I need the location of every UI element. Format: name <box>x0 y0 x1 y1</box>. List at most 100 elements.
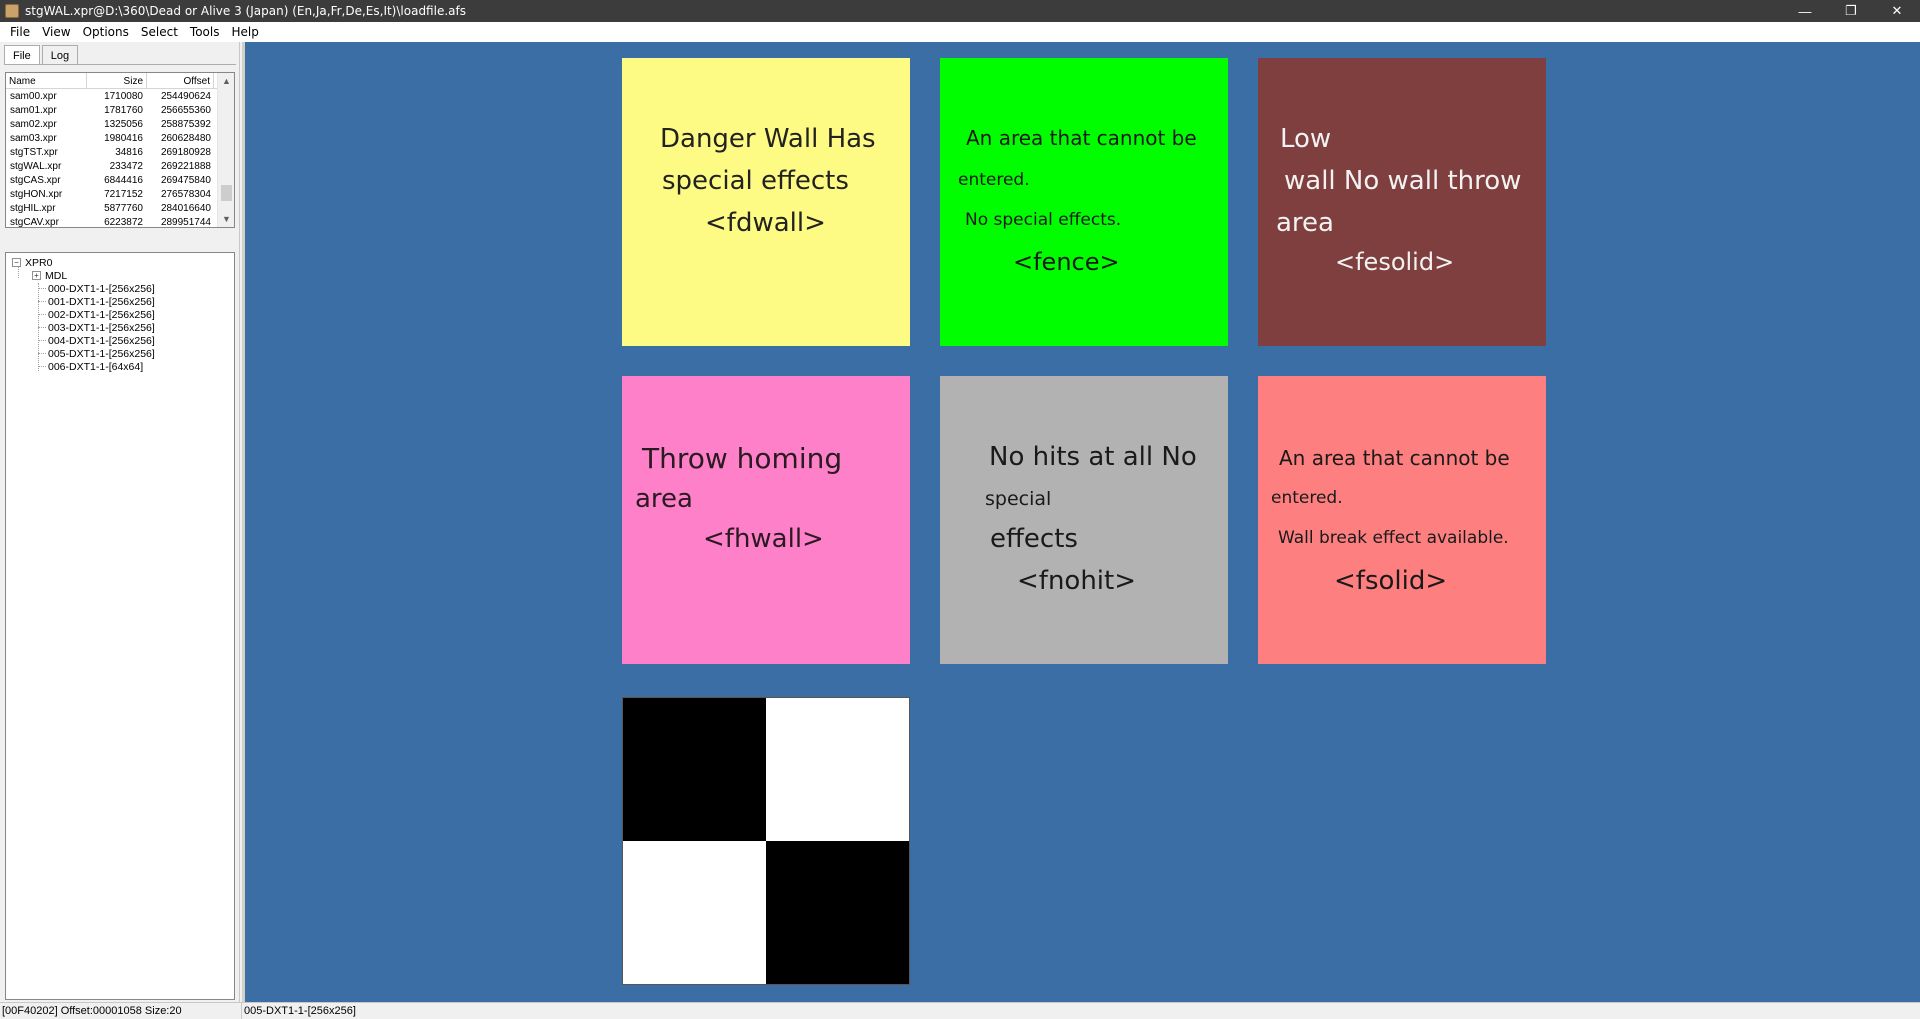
file-offset-cell: 269221888 <box>160 160 211 172</box>
file-name-cell: stgCAS.xpr <box>10 174 61 186</box>
file-offset-cell: 284016640 <box>160 202 211 214</box>
file-list-row[interactable]: stgHON.xpr 7217152 276578304 <box>6 187 218 201</box>
menu-select[interactable]: Select <box>135 25 184 39</box>
status-selection: 005-DXT1-1-[256x256] <box>244 1005 356 1017</box>
panel-tabs: File Log <box>4 45 80 65</box>
checker-texture[interactable] <box>622 697 910 985</box>
file-name-cell: stgHON.xpr <box>10 188 63 200</box>
tree-connector <box>38 327 46 328</box>
file-list-row[interactable]: sam01.xpr 1781760 256655360 <box>6 103 218 117</box>
texture-text-line: area <box>635 484 693 514</box>
texture-text-line: wall No wall throw <box>1284 166 1522 196</box>
file-offset-cell: 276578304 <box>160 188 211 200</box>
texture-text-line: An area that cannot be <box>966 126 1197 150</box>
tree-connector <box>38 340 46 341</box>
scroll-up-icon[interactable]: ▲ <box>218 73 234 89</box>
file-name-cell: stgHIL.xpr <box>10 202 56 214</box>
texture-text-line: <fdwall> <box>705 208 826 238</box>
tab-log[interactable]: Log <box>41 45 79 65</box>
file-list-row[interactable]: stgTST.xpr 34816 269180928 <box>6 145 218 159</box>
tab-file[interactable]: File <box>4 45 40 65</box>
texture-text-line: special effects <box>662 166 849 196</box>
texture-tile-fence[interactable]: An area that cannot be entered. No special… <box>940 58 1228 346</box>
file-list-scrollbar[interactable]: ▲ ▼ <box>217 73 234 227</box>
file-offset-cell: 289951744 <box>160 216 211 228</box>
file-list-row[interactable]: sam02.xpr 1325056 258875392 <box>6 117 218 131</box>
file-name-cell: sam03.xpr <box>10 132 57 144</box>
texture-tile-fdwall[interactable]: Danger Wall Has special effects <fdwall> <box>622 58 910 346</box>
file-size-cell: 6844416 <box>104 174 143 186</box>
file-name-cell: sam01.xpr <box>10 104 57 116</box>
tree-connector <box>38 366 46 367</box>
texture-text-line: area <box>1276 208 1334 238</box>
app-icon <box>5 4 19 18</box>
menu-view[interactable]: View <box>36 25 76 39</box>
file-offset-cell: 269475840 <box>160 174 211 186</box>
texture-text-line: Low <box>1280 124 1332 154</box>
texture-text-line: Wall break effect available. <box>1278 528 1509 548</box>
texture-tile-fhwall[interactable]: Throw homing area <fhwall> <box>622 376 910 664</box>
tree-connector <box>38 314 46 315</box>
texture-text-line: effects <box>990 524 1078 554</box>
file-list-row[interactable]: stgWAL.xpr 233472 269221888 <box>6 159 218 173</box>
file-size-cell: 1325056 <box>104 118 143 130</box>
file-offset-cell: 258875392 <box>160 118 211 130</box>
menu-bar: File View Options Select Tools Help <box>0 22 1920 42</box>
close-button[interactable]: ✕ <box>1874 0 1920 22</box>
file-size-cell: 34816 <box>115 146 143 158</box>
texture-tile-fesolid[interactable]: Low wall No wall throw area <fesolid> <box>1258 58 1546 346</box>
menu-options[interactable]: Options <box>77 25 135 39</box>
file-list-row[interactable]: stgCAS.xpr 6844416 269475840 <box>6 173 218 187</box>
file-size-cell: 1980416 <box>104 132 143 144</box>
texture-text-line: <fence> <box>1013 248 1120 276</box>
scroll-down-icon[interactable]: ▼ <box>218 211 234 227</box>
menu-tools[interactable]: Tools <box>184 25 226 39</box>
texture-tile-fsolid[interactable]: An area that cannot be entered. Wall break… <box>1258 376 1546 664</box>
file-name-cell: sam00.xpr <box>10 90 57 102</box>
tree-connector <box>38 288 46 289</box>
left-panel: File Log Name Size Offset sam00.xpr 17100… <box>0 42 240 1002</box>
file-offset-cell: 269180928 <box>160 146 211 158</box>
texture-tile-fnohit[interactable]: No hits at all No special effects <fnohit> <box>940 376 1228 664</box>
texture-text-line: entered. <box>958 170 1030 190</box>
column-header-size[interactable]: Size <box>87 73 147 89</box>
texture-text-line: <fnohit> <box>1017 566 1137 596</box>
texture-text-line: <fesolid> <box>1335 248 1455 276</box>
tab-divider <box>4 64 236 65</box>
checker-cell <box>766 697 910 841</box>
tree-node-label: MDL <box>45 269 68 282</box>
texture-text-line: An area that cannot be <box>1279 446 1510 470</box>
file-list-header: Name Size Offset <box>6 73 234 89</box>
file-list-row[interactable]: sam03.xpr 1980416 260628480 <box>6 131 218 145</box>
file-offset-cell: 254490624 <box>160 90 211 102</box>
file-name-cell: stgCAV.xpr <box>10 216 59 228</box>
scroll-thumb[interactable] <box>221 185 232 201</box>
checker-cell <box>622 697 766 841</box>
collapse-icon[interactable]: − <box>12 258 21 267</box>
minimize-button[interactable]: — <box>1782 0 1828 22</box>
file-list[interactable]: Name Size Offset sam00.xpr 1710080 2544906… <box>5 72 235 228</box>
tree-node-texture[interactable]: 006-DXT1-1-[64x64] <box>48 359 143 374</box>
texture-viewer[interactable]: Danger Wall Has special effects <fdwall> An… <box>242 42 1920 1002</box>
file-list-row[interactable]: stgHIL.xpr 5877760 284016640 <box>6 201 218 215</box>
file-list-rows: sam00.xpr 1710080 254490624 sam01.xpr 178176… <box>6 89 218 228</box>
file-size-cell: 6223872 <box>104 216 143 228</box>
tree-node-label: XPR0 <box>25 256 53 269</box>
file-name-cell: sam02.xpr <box>10 118 57 130</box>
column-header-name[interactable]: Name <box>6 73 87 89</box>
file-list-row[interactable]: sam00.xpr 1710080 254490624 <box>6 89 218 103</box>
menu-file[interactable]: File <box>4 25 36 39</box>
column-header-offset[interactable]: Offset <box>147 73 214 89</box>
maximize-button[interactable]: ❐ <box>1828 0 1874 22</box>
menu-help[interactable]: Help <box>225 25 264 39</box>
window-controls: — ❐ ✕ <box>1782 0 1920 22</box>
texture-text-line: No hits at all No <box>989 442 1197 472</box>
status-bar: [00F40202] Offset:00001058 Size:20 005-D… <box>0 1002 1920 1019</box>
file-list-row[interactable]: stgCAV.xpr 6223872 289951744 <box>6 215 218 228</box>
title-bar: stgWAL.xpr@D:\360\Dead or Alive 3 (Japan… <box>0 0 1920 22</box>
file-size-cell: 233472 <box>109 160 143 172</box>
expand-icon[interactable]: + <box>32 271 41 280</box>
status-offset: [00F40202] Offset:00001058 Size:20 <box>0 1003 242 1019</box>
window-title: stgWAL.xpr@D:\360\Dead or Alive 3 (Japan… <box>25 4 466 18</box>
texture-text-line: entered. <box>1271 488 1343 508</box>
